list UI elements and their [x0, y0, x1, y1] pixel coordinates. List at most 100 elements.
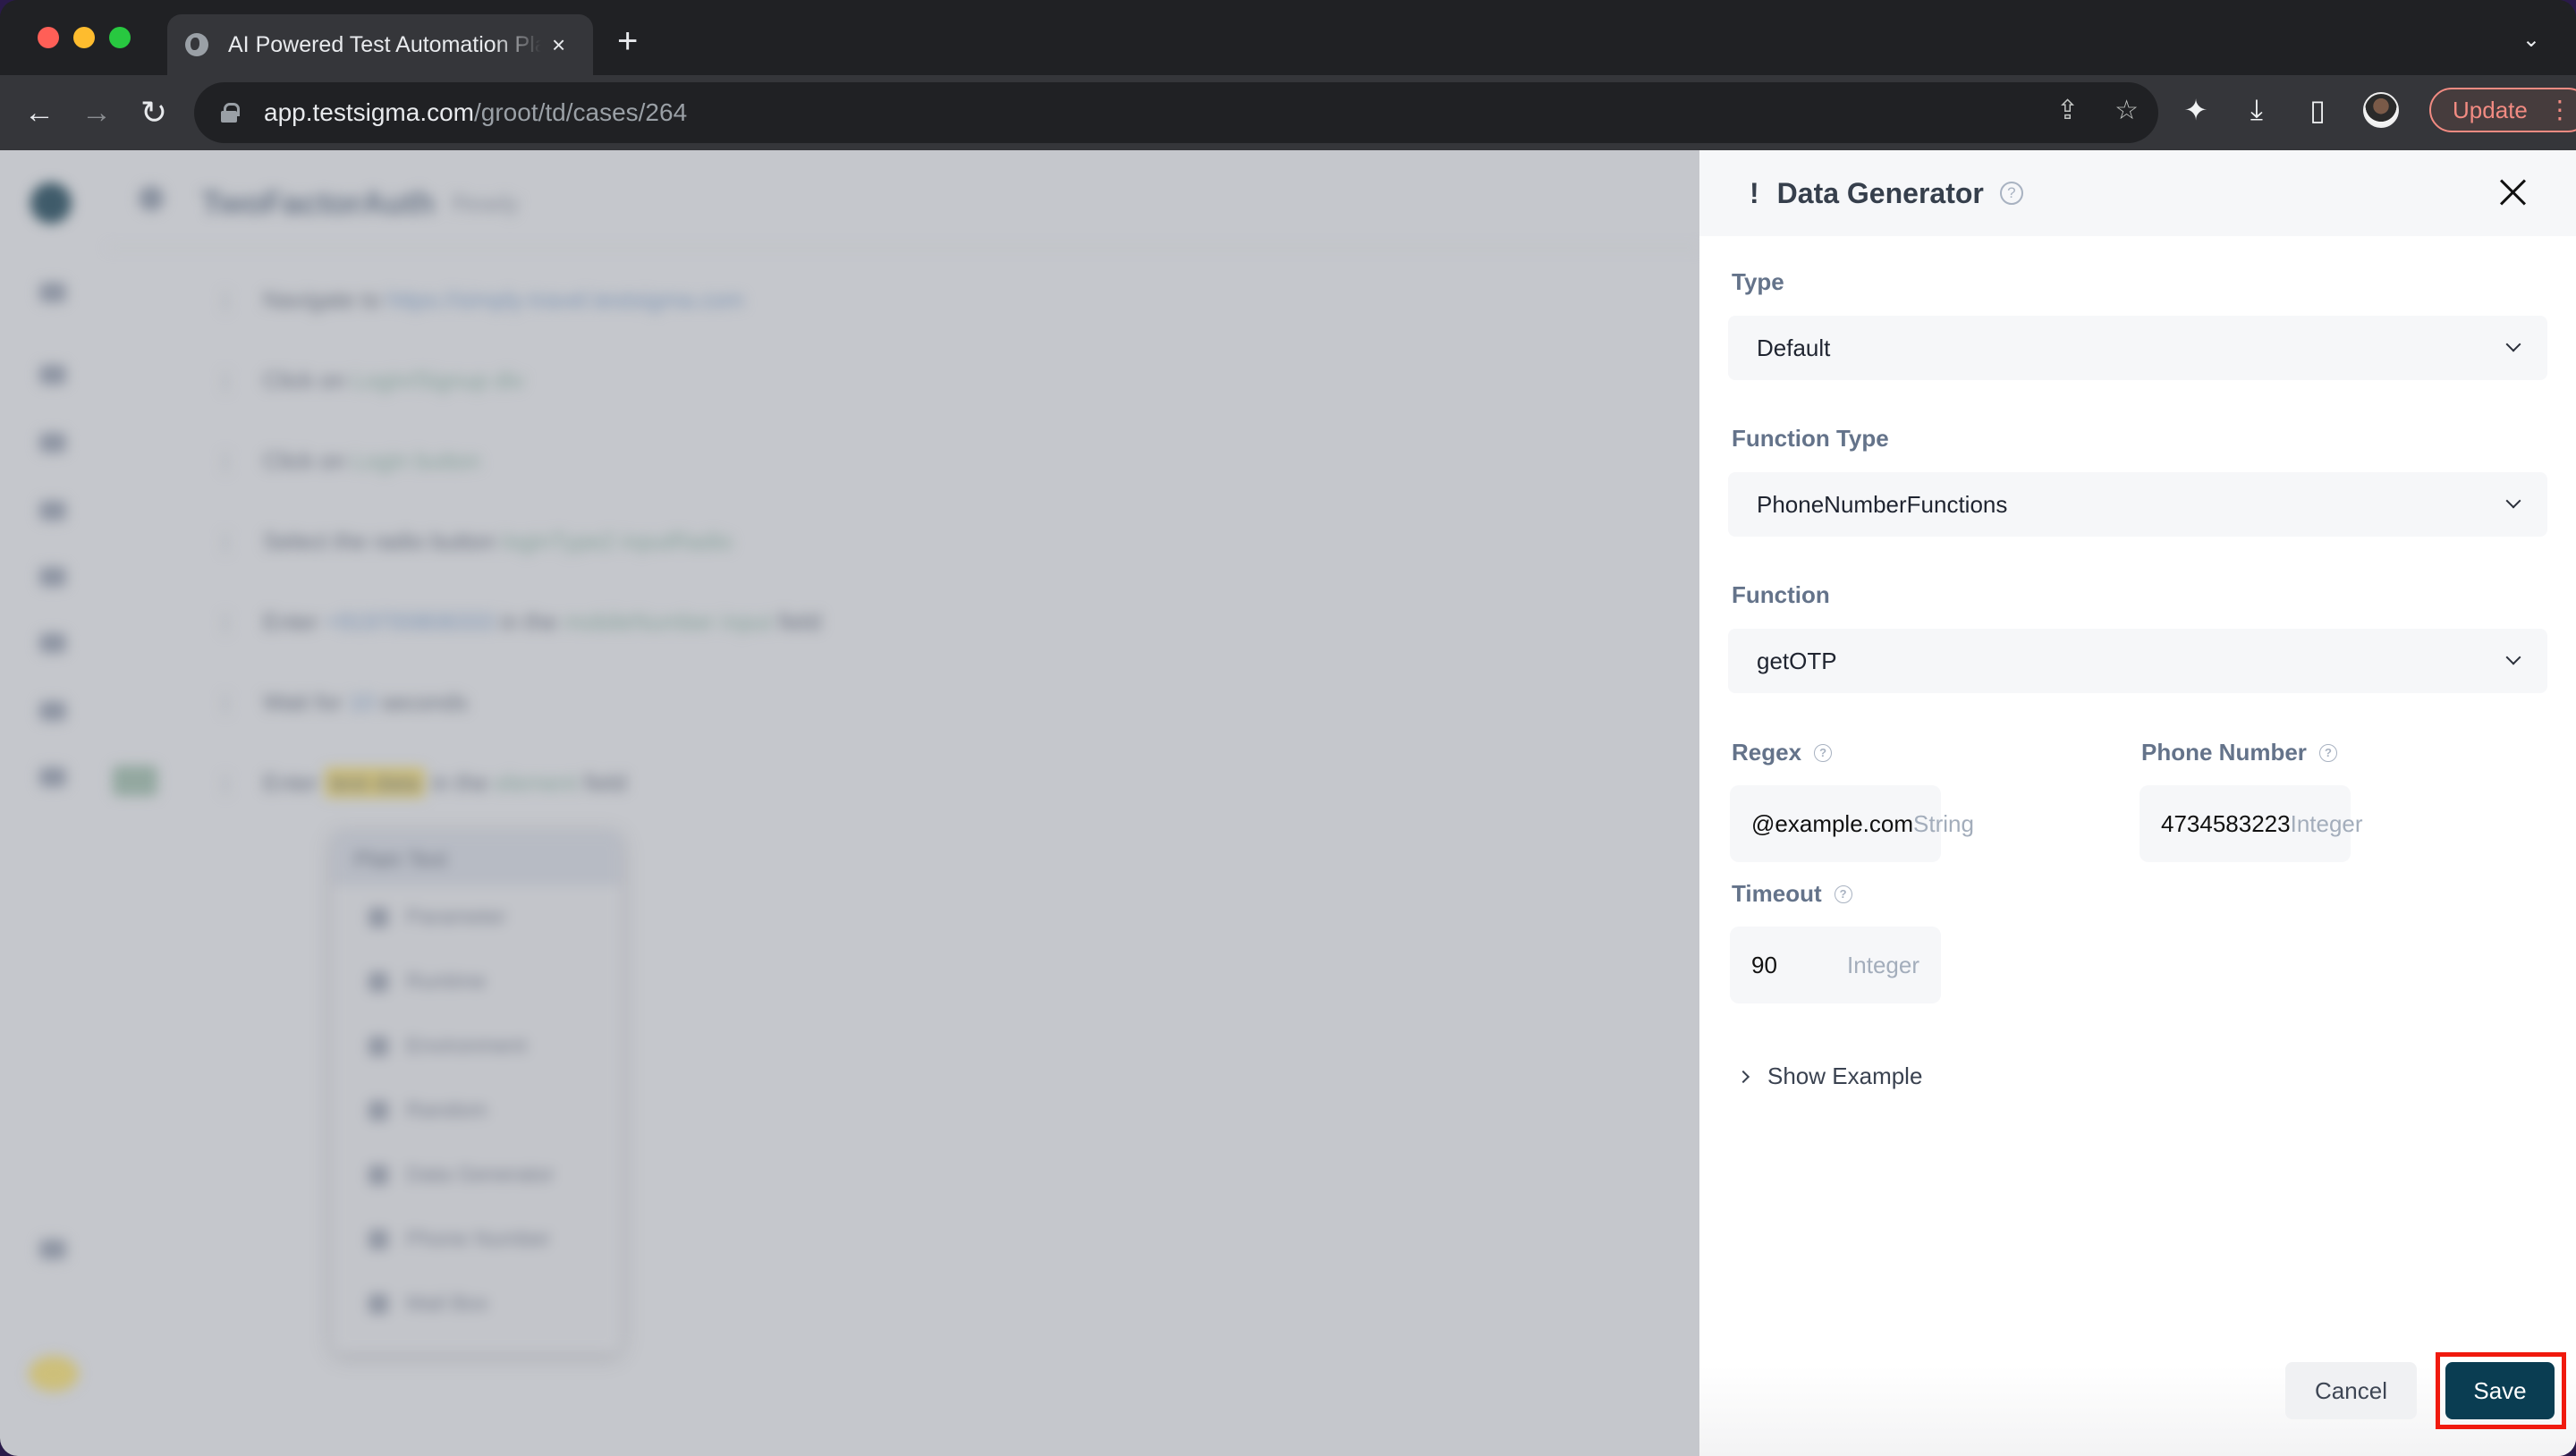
dropdown-item: Runtime [333, 950, 621, 1014]
url-path: /groot/td/cases/264 [474, 98, 688, 126]
alert-icon: ! [1750, 176, 1759, 209]
help-icon[interactable]: ? [1999, 182, 2023, 205]
test-data-type-dropdown: Plain Text Parameter Runtime Environment… [333, 832, 621, 1352]
regex-label: Regex ? [1732, 739, 1833, 766]
close-icon[interactable] [2490, 170, 2535, 215]
function-select[interactable]: getOTP [1728, 629, 2547, 693]
phone-number-label-text: Phone Number [2141, 739, 2307, 766]
update-label: Update [2453, 96, 2528, 123]
chevron-right-icon [1736, 1070, 1750, 1083]
sidebar-icon [39, 567, 66, 587]
chevron-down-icon [2505, 336, 2521, 352]
sidebar-icon [39, 501, 66, 521]
app-sidebar [0, 150, 107, 1456]
function-label: Function [1732, 581, 1830, 608]
test-step: Wait for 10 seconds [224, 689, 468, 716]
page-content: TwoFactorAuth Ready Navigate to https://… [0, 150, 2576, 1456]
extensions-puzzle-icon[interactable]: ✦ [2181, 92, 2211, 128]
sidebar-icon [39, 1240, 66, 1259]
sidebar-icon [39, 701, 66, 721]
close-window-button[interactable] [38, 27, 59, 48]
kebab-menu-icon[interactable]: ⋮ [2547, 97, 2572, 123]
sidebar-icon [39, 283, 66, 302]
dropdown-item: Random [333, 1079, 621, 1143]
tab-title: AI Powered Test Automation Platform [228, 31, 541, 57]
address-bar[interactable]: app.testsigma.com/groot/td/cases/264 ⇪ ☆ [194, 82, 2158, 143]
test-step: Navigate to https://simply-travel.testsi… [224, 286, 744, 314]
timeout-label: Timeout ? [1732, 880, 1852, 908]
chevron-down-icon [2505, 493, 2521, 509]
cancel-button[interactable]: Cancel [2285, 1362, 2417, 1419]
function-type-value: PhoneNumberFunctions [1757, 490, 2008, 518]
data-generator-panel: ! Data Generator ? Type Default Function… [1699, 150, 2576, 1456]
status-badge: Ready [452, 190, 520, 216]
profile-avatar[interactable] [2363, 92, 2399, 128]
new-tab-button[interactable]: + [617, 23, 638, 59]
lock-icon [221, 103, 240, 123]
phone-number-input[interactable]: 4734583223 Integer [2140, 785, 2363, 862]
help-icon[interactable]: ? [1834, 885, 1852, 903]
sidebar-icon [39, 433, 66, 453]
browser-tab-active[interactable]: AI Powered Test Automation Platform × [167, 14, 593, 75]
chevron-down-icon [2505, 649, 2521, 665]
help-icon[interactable]: ? [2318, 743, 2337, 762]
function-type-label: Function Type [1732, 425, 1889, 452]
test-step: Click on Login/Signup div [224, 367, 524, 394]
globe-icon [185, 33, 208, 56]
app-logo [30, 182, 72, 224]
tab-close-icon[interactable]: × [552, 31, 565, 59]
sidebar-icon [39, 767, 66, 787]
tab-strip: AI Powered Test Automation Platform × + … [0, 0, 2576, 75]
phone-number-label: Phone Number ? [2141, 739, 2337, 766]
divider [107, 247, 1699, 249]
dropdown-header: Plain Text [333, 832, 621, 885]
show-example-toggle[interactable]: Show Example [1736, 1062, 1922, 1090]
test-step: Click on Login button [224, 447, 480, 475]
panel-title: Data Generator [1776, 176, 1984, 209]
share-icon[interactable]: ⇪ [2056, 95, 2079, 126]
panel-footer [1699, 1367, 2576, 1456]
sidebar-icon [39, 633, 66, 653]
function-type-select[interactable]: PhoneNumberFunctions [1728, 472, 2547, 537]
bookmark-star-icon[interactable]: ☆ [2114, 95, 2139, 126]
dropdown-item: Parameter [333, 885, 621, 950]
regex-value: @example.com [1751, 809, 1914, 837]
sidebar-icon [39, 365, 66, 385]
timeout-label-text: Timeout [1732, 880, 1822, 907]
tab-search-chevron-icon[interactable]: ⌄ [2522, 27, 2540, 53]
reload-icon[interactable]: ↻ [132, 91, 175, 134]
type-label: Type [1732, 268, 1784, 295]
back-arrow-icon[interactable]: ← [18, 91, 61, 134]
minimize-window-button[interactable] [73, 27, 95, 48]
step-badge [113, 766, 157, 796]
download-icon[interactable]: ⤓ [2241, 92, 2272, 128]
save-button[interactable]: Save [2445, 1362, 2555, 1419]
maximize-window-button[interactable] [109, 27, 131, 48]
url-host: app.testsigma.com [264, 98, 474, 126]
side-panel-icon[interactable]: ▯ [2302, 92, 2333, 128]
type-value: Default [1757, 334, 1831, 361]
timeout-input[interactable]: 90 Integer [1730, 927, 1941, 1003]
dropdown-item: Environment [333, 1014, 621, 1079]
type-select[interactable]: Default [1728, 316, 2547, 380]
dropdown-item: Data Generator [333, 1143, 621, 1207]
test-case-title: TwoFactorAuth [201, 184, 436, 221]
help-icon[interactable]: ? [1814, 743, 1833, 762]
phone-number-type-hint: Integer [2290, 809, 2363, 837]
forward-arrow-icon[interactable]: → [75, 91, 118, 134]
regex-input[interactable]: @example.com String [1730, 785, 1974, 862]
blurred-test-case-editor: TwoFactorAuth Ready Navigate to https://… [0, 150, 1699, 1456]
update-button[interactable]: Update ⋮ [2429, 88, 2576, 132]
timeout-type-hint: Integer [1847, 951, 1919, 978]
user-avatar [29, 1356, 79, 1392]
regex-label-text: Regex [1732, 739, 1802, 766]
test-step: Select the radio button loginType2 input… [224, 528, 733, 555]
dropdown-item: Phone Number [333, 1207, 621, 1272]
dropdown-item: Mail Box [333, 1272, 621, 1336]
panel-header: ! Data Generator ? [1699, 150, 2576, 236]
back-icon [139, 186, 164, 211]
regex-type-hint: String [1913, 809, 1974, 837]
timeout-value: 90 [1751, 951, 1777, 978]
browser-toolbar: ← → ↻ app.testsigma.com/groot/td/cases/2… [0, 75, 2576, 150]
function-value: getOTP [1757, 647, 1837, 674]
